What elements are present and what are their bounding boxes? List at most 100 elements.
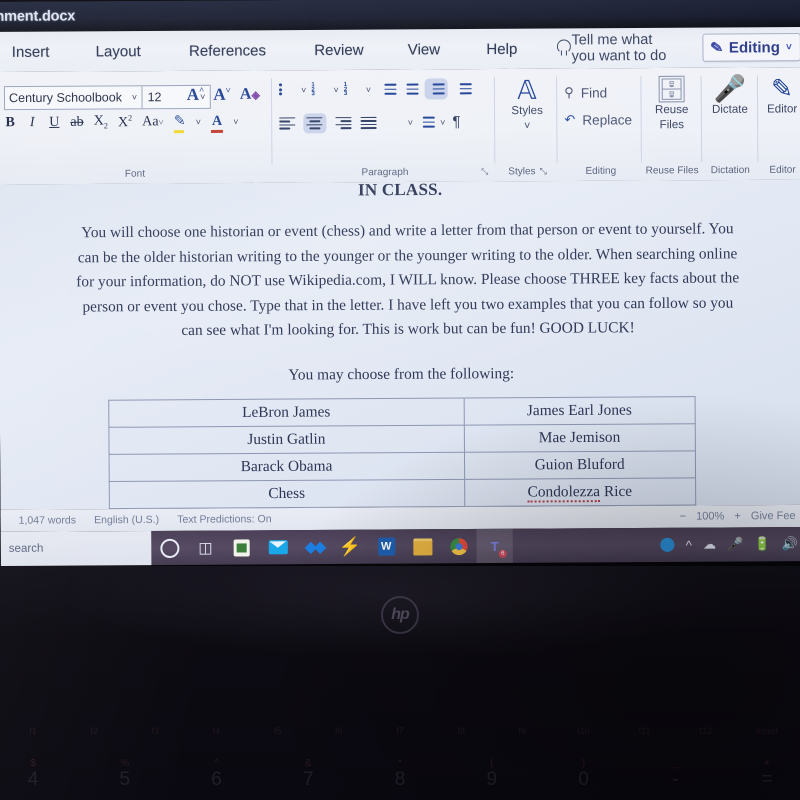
highlight-dropdown-icon[interactable]: ˅ [196,117,201,127]
keyboard-key: + = [761,758,773,790]
table-cell-left[interactable]: Barack Obama [108,451,465,482]
cortana-icon[interactable] [151,531,187,565]
table-cell-left[interactable]: Chess [108,478,465,509]
teams-icon[interactable]: T 6 [476,528,513,564]
dropbox-icon[interactable]: ◆◆ [296,530,332,564]
zoom-out-button[interactable]: − [680,511,687,523]
increase-indent-button[interactable] [401,82,419,97]
microphone-tray-icon[interactable]: 🎤 [727,536,743,552]
clear-formatting-button[interactable]: A◈ [240,86,260,104]
tab-view[interactable]: View [406,41,442,58]
styles-dialog-launcher-icon[interactable]: ⤡ [540,166,547,177]
align-center-button[interactable] [306,115,324,130]
table-cell-left[interactable]: Justin Gatlin [108,424,465,454]
onedrive-icon[interactable]: ☁ [703,537,716,553]
editor-button[interactable]: ✎ Editor [759,73,800,116]
give-feedback-button[interactable]: Give Fee [751,510,796,522]
table-cell-right[interactable]: James Earl Jones [463,396,695,425]
dictate-button[interactable]: 🎤 Dictate [703,74,757,116]
numbering-dropdown-icon[interactable]: ˅ [333,85,338,95]
zoom-in-button[interactable]: + [734,510,741,522]
chrome-icon[interactable] [440,529,476,563]
text-predictions-status[interactable]: Text Predictions: On [177,513,271,526]
find-button[interactable]: ⚲ Find [564,84,632,101]
tab-references[interactable]: References [187,42,268,60]
battery-icon[interactable]: 🔋 [754,536,770,552]
ltr-text-direction-button[interactable] [427,81,445,97]
table-cell-right[interactable]: Mae Jemison [464,423,695,452]
replace-button[interactable]: ↶ Replace [564,111,632,128]
mail-icon[interactable] [260,530,296,564]
word-count[interactable]: 1,047 words [19,514,77,526]
numbering-button[interactable]: 123 [311,82,328,97]
shading-button[interactable] [418,115,436,130]
keyboard-key: ^ 6 [211,758,222,790]
shading-dropdown-icon[interactable]: ˅ [440,117,445,127]
line-spacing-dropdown-icon[interactable]: ˅ [408,117,413,127]
ribbon-tab-row: Insert Layout References Review View Hel… [0,26,800,73]
styles-chevron-down-icon[interactable]: ˅ [524,120,531,132]
zoom-level[interactable]: 100% [696,510,724,522]
lightning-icon[interactable]: ⚡ [332,530,368,564]
show-formatting-marks-button[interactable]: ¶ [452,113,460,130]
tab-layout[interactable]: Layout [94,43,143,60]
weather-icon[interactable] [660,537,675,552]
language-indicator[interactable]: English (U.S.) [94,514,159,526]
volume-icon[interactable]: 🔊 [782,536,798,552]
document-body-paragraph: You will choose one historian or event (… [76,220,740,340]
tab-insert[interactable]: Insert [10,43,52,60]
word-icon[interactable]: W [368,529,404,563]
ribbon-group-font: Century Schoolbook ˅ 12 ˅ A^ A˅ A◈ B I U… [0,70,272,184]
document-canvas[interactable]: IN CLASS. You will choose one historian … [0,179,800,510]
reuse-files-label-2: Files [659,118,685,131]
align-left-button[interactable] [279,116,296,130]
table-cell-right[interactable]: Condolezza Rice [464,477,696,506]
tab-help[interactable]: Help [484,40,519,57]
multilevel-list-button[interactable]: 123 [344,81,361,97]
decrease-indent-button[interactable] [379,82,397,97]
line-spacing-button[interactable] [386,114,403,130]
reuse-files-button[interactable]: 🗄 Reuse Files [642,74,701,132]
group-divider [493,77,496,164]
subscript-button[interactable]: X2 [94,114,108,131]
paragraph-dialog-launcher-icon[interactable]: ⤡ [481,166,488,177]
styles-button[interactable]: 𝔸 Styles ˅ [498,75,557,132]
justify-button[interactable] [360,115,378,129]
rtl-text-direction-button[interactable] [454,81,472,96]
change-case-button[interactable]: Aa˅ [142,114,164,130]
bullets-button[interactable] [278,82,296,97]
editing-group-label: Editing [585,165,617,177]
editing-mode-button[interactable]: ✎ Editing ˅ [702,33,800,62]
font-color-dropdown-icon[interactable]: ˅ [233,117,238,127]
microsoft-store-icon[interactable] [223,530,259,564]
task-view-icon[interactable]: ◫ [187,531,223,565]
text-highlight-color-button[interactable]: ✎ [174,113,186,130]
font-name-input[interactable]: Century Schoolbook [5,86,128,109]
strikethrough-button[interactable]: ab [70,115,83,131]
tell-me-label: Tell me what you want to do [571,31,667,65]
table-cell-right[interactable]: Guion Bluford [464,450,696,479]
table-cell-left[interactable]: LeBron James [108,397,465,427]
tab-review[interactable]: Review [312,41,366,58]
keyboard-key: * 8 [394,758,406,790]
multilevel-list-dropdown-icon[interactable]: ˅ [366,84,371,94]
search-icon: ⚲ [564,84,574,100]
tell-me-search[interactable]: Tell me what you want to do [555,32,674,65]
bullets-dropdown-icon[interactable]: ˅ [301,85,306,95]
file-explorer-icon[interactable] [404,529,440,563]
italic-button[interactable]: I [26,115,38,131]
taskbar-search-box[interactable]: search [0,530,152,567]
document-filename: nment.docx [0,8,76,25]
show-hidden-icons-chevron[interactable]: ^ [686,537,692,552]
grow-font-button[interactable]: A^ [187,85,205,105]
ribbon-group-paragraph: ˅ 123 ˅ 123 ˅ ˅ ˅ ¶ Paragraph ⤡ [275,69,495,183]
ribbon-group-dictation: 🎤 Dictate Dictation [703,67,758,180]
superscript-button[interactable]: X2 [118,113,132,131]
group-divider [556,76,558,164]
bold-button[interactable]: B [4,115,16,131]
font-color-button[interactable]: A [211,114,223,130]
shrink-font-button[interactable]: A˅ [213,85,231,105]
underline-button[interactable]: U [48,115,60,131]
align-right-button[interactable] [335,116,352,130]
font-name-dropdown-icon[interactable]: ˅ [127,86,141,108]
